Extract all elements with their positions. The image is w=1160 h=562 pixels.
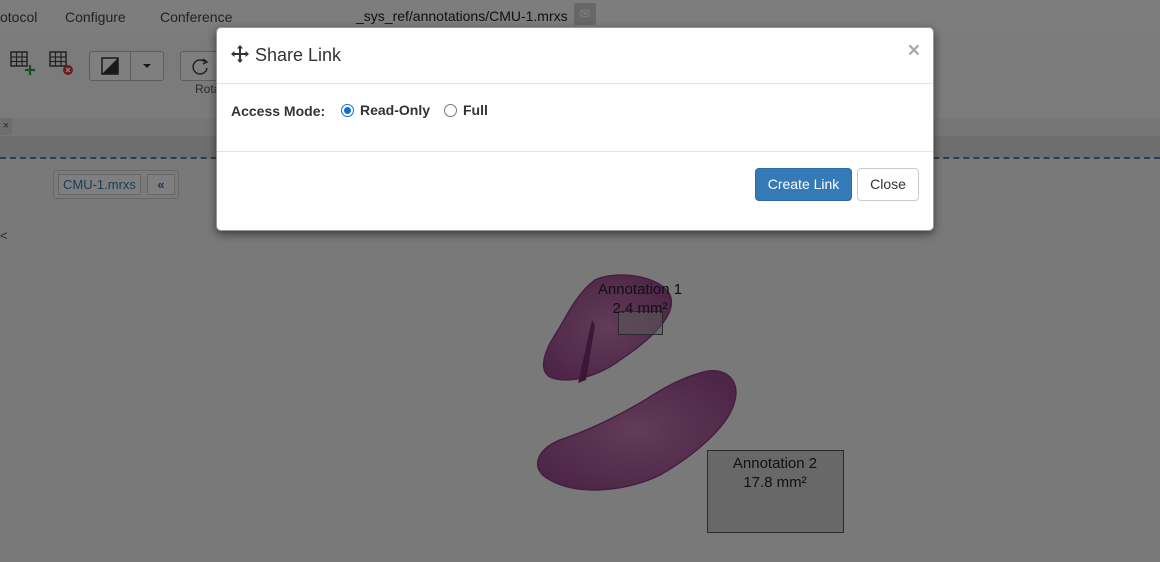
close-button[interactable]: Close — [857, 168, 919, 201]
close-icon[interactable]: × — [908, 40, 920, 62]
radio-read-only[interactable]: Read-Only — [341, 102, 430, 118]
create-link-button[interactable]: Create Link — [755, 168, 852, 201]
access-mode-label: Access Mode: — [231, 103, 326, 119]
dialog-header: Share Link × — [217, 28, 933, 84]
move-icon[interactable] — [231, 45, 249, 63]
full-label: Full — [463, 102, 488, 118]
read-only-radio[interactable] — [341, 103, 354, 117]
share-link-dialog: Share Link × Access Mode: Read-Only Full… — [216, 27, 934, 231]
full-radio[interactable] — [444, 103, 457, 117]
dialog-title: Share Link — [255, 45, 342, 65]
radio-full[interactable]: Full — [444, 102, 488, 118]
dialog-body: Access Mode: Read-Only Full — [217, 85, 933, 152]
read-only-label: Read-Only — [360, 102, 431, 118]
